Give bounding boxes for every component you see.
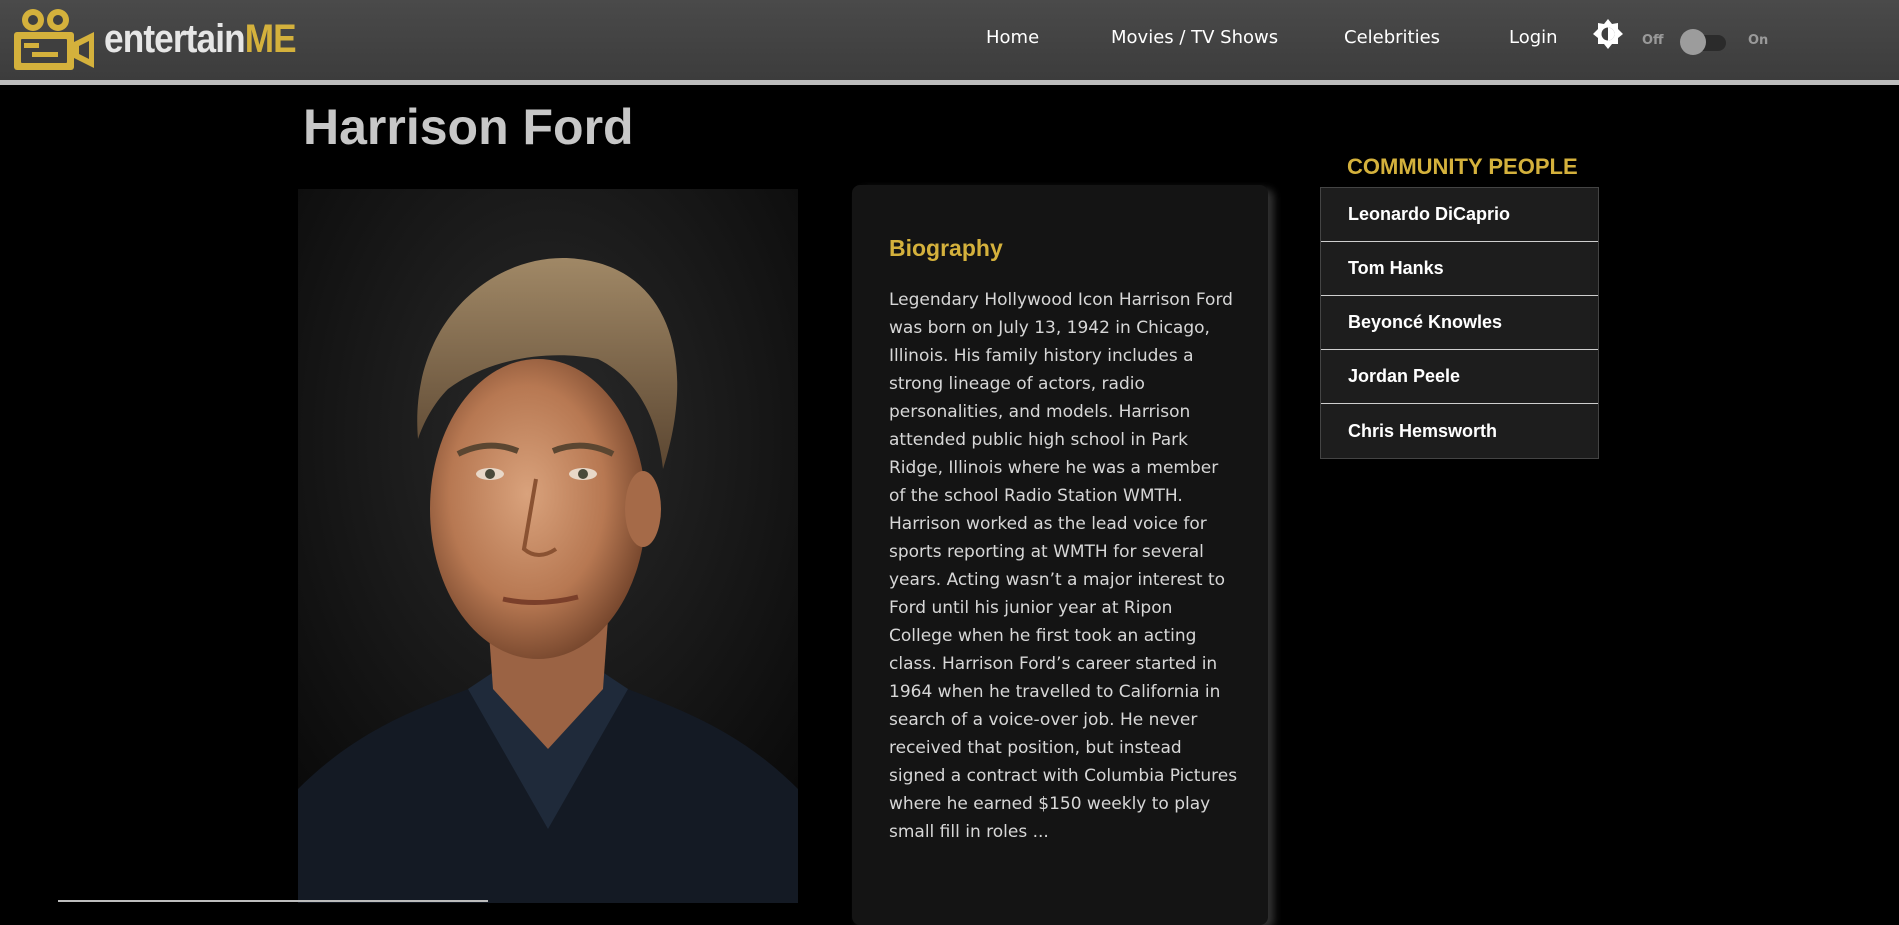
community-person-beyonce-knowles[interactable]: Beyoncé Knowles [1321,296,1598,350]
portrait-image [298,189,798,903]
community-people-list: Leonardo DiCaprio Tom Hanks Beyoncé Know… [1320,187,1599,459]
toggle-knob [1680,29,1706,55]
community-person-leonardo-dicaprio[interactable]: Leonardo DiCaprio [1321,188,1598,242]
nav-login[interactable]: Login [1509,27,1558,48]
brand-logo-link[interactable]: entertainME [10,6,322,72]
brightness-icon[interactable] [1593,19,1623,49]
biography-card: Biography Legendary Hollywood Icon Harri… [852,185,1268,925]
biography-heading: Biography [889,235,1003,261]
brand-name: entertainME [104,16,297,62]
divider [58,900,488,902]
nav-celebrities[interactable]: Celebrities [1344,27,1440,48]
biography-text: Legendary Hollywood Icon Harrison Ford w… [889,290,1238,842]
brand-name-part1: entertain [104,16,246,61]
dark-mode-toggle[interactable] [1680,29,1728,55]
community-person-jordan-peele[interactable]: Jordan Peele [1321,350,1598,404]
film-camera-icon [14,9,94,70]
navbar: entertainME Home Movies / TV Shows Celeb… [0,0,1899,85]
brand-name-part2: ME [244,16,297,61]
community-people-title: COMMUNITY PEOPLE [1347,154,1578,179]
community-person-tom-hanks[interactable]: Tom Hanks [1321,242,1598,296]
toggle-off-label: Off [1642,33,1664,48]
nav-home[interactable]: Home [986,27,1039,48]
nav-movies-tv-shows[interactable]: Movies / TV Shows [1111,27,1278,48]
celebrity-portrait [298,189,798,903]
page-title: Harrison Ford [303,99,634,155]
toggle-on-label: On [1748,33,1769,48]
community-person-chris-hemsworth[interactable]: Chris Hemsworth [1321,404,1598,458]
